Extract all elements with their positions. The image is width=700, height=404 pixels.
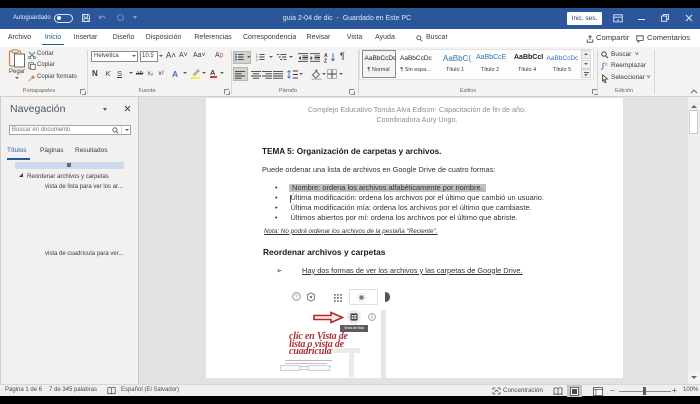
svg-text:3: 3 [256, 58, 258, 61]
svg-text:?: ? [295, 295, 298, 301]
svg-text:Z: Z [324, 58, 327, 62]
